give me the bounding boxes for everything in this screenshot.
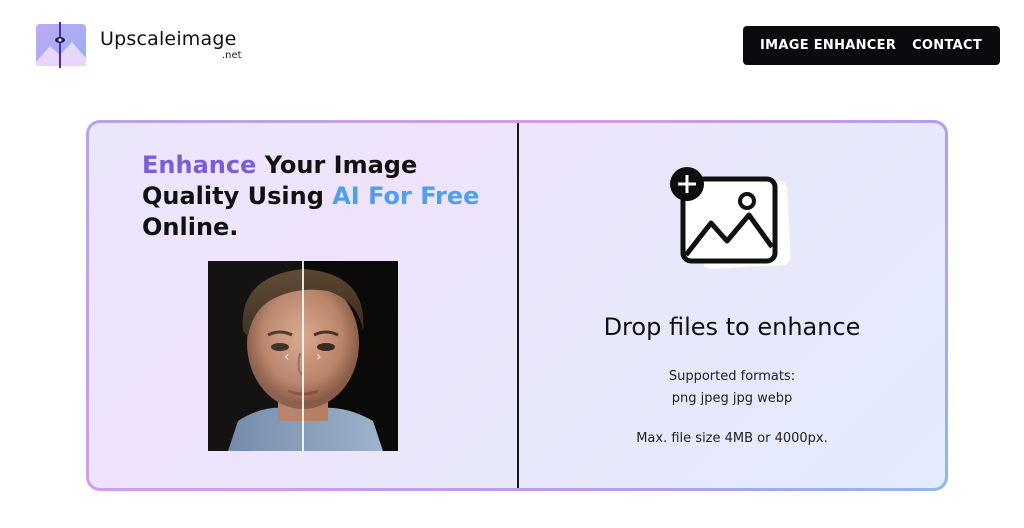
drop-zone[interactable]: Drop files to enhance Supported formats:… xyxy=(519,123,945,488)
brand-name: Upscaleimage xyxy=(100,28,237,50)
nav-contact[interactable]: CONTACT xyxy=(912,38,982,53)
logo-icon[interactable] xyxy=(36,22,86,68)
hero-headline: Enhance Your Image Quality Using AI For … xyxy=(142,150,482,243)
formats-label: Supported formats: xyxy=(668,369,796,384)
drop-title: Drop files to enhance xyxy=(603,313,861,341)
nav-image-enhancer[interactable]: IMAGE ENHANCER xyxy=(760,38,896,53)
hero-card: Enhance Your Image Quality Using AI For … xyxy=(86,120,948,491)
before-after-comparison[interactable]: ‹ › xyxy=(208,261,398,451)
brand[interactable]: Upscaleimage .net xyxy=(100,28,242,61)
headline-enhance: Enhance xyxy=(142,151,257,179)
main-nav: IMAGE ENHANCER CONTACT xyxy=(743,26,1000,65)
header: Upscaleimage .net IMAGE ENHANCER CONTACT xyxy=(0,0,1024,92)
chevron-right-icon[interactable]: › xyxy=(316,349,322,365)
portrait-image xyxy=(208,261,398,451)
headline-end: Online. xyxy=(142,213,239,241)
headline-ai-free: AI For Free xyxy=(332,182,480,210)
add-image-icon xyxy=(669,167,791,271)
chevron-left-icon[interactable]: ‹ xyxy=(284,349,290,365)
hero-card-inner: Enhance Your Image Quality Using AI For … xyxy=(89,123,945,488)
max-file-size: Max. file size 4MB or 4000px. xyxy=(636,431,828,446)
formats-list: png jpeg jpg webp xyxy=(671,391,793,406)
brand-tld: .net xyxy=(222,50,242,61)
